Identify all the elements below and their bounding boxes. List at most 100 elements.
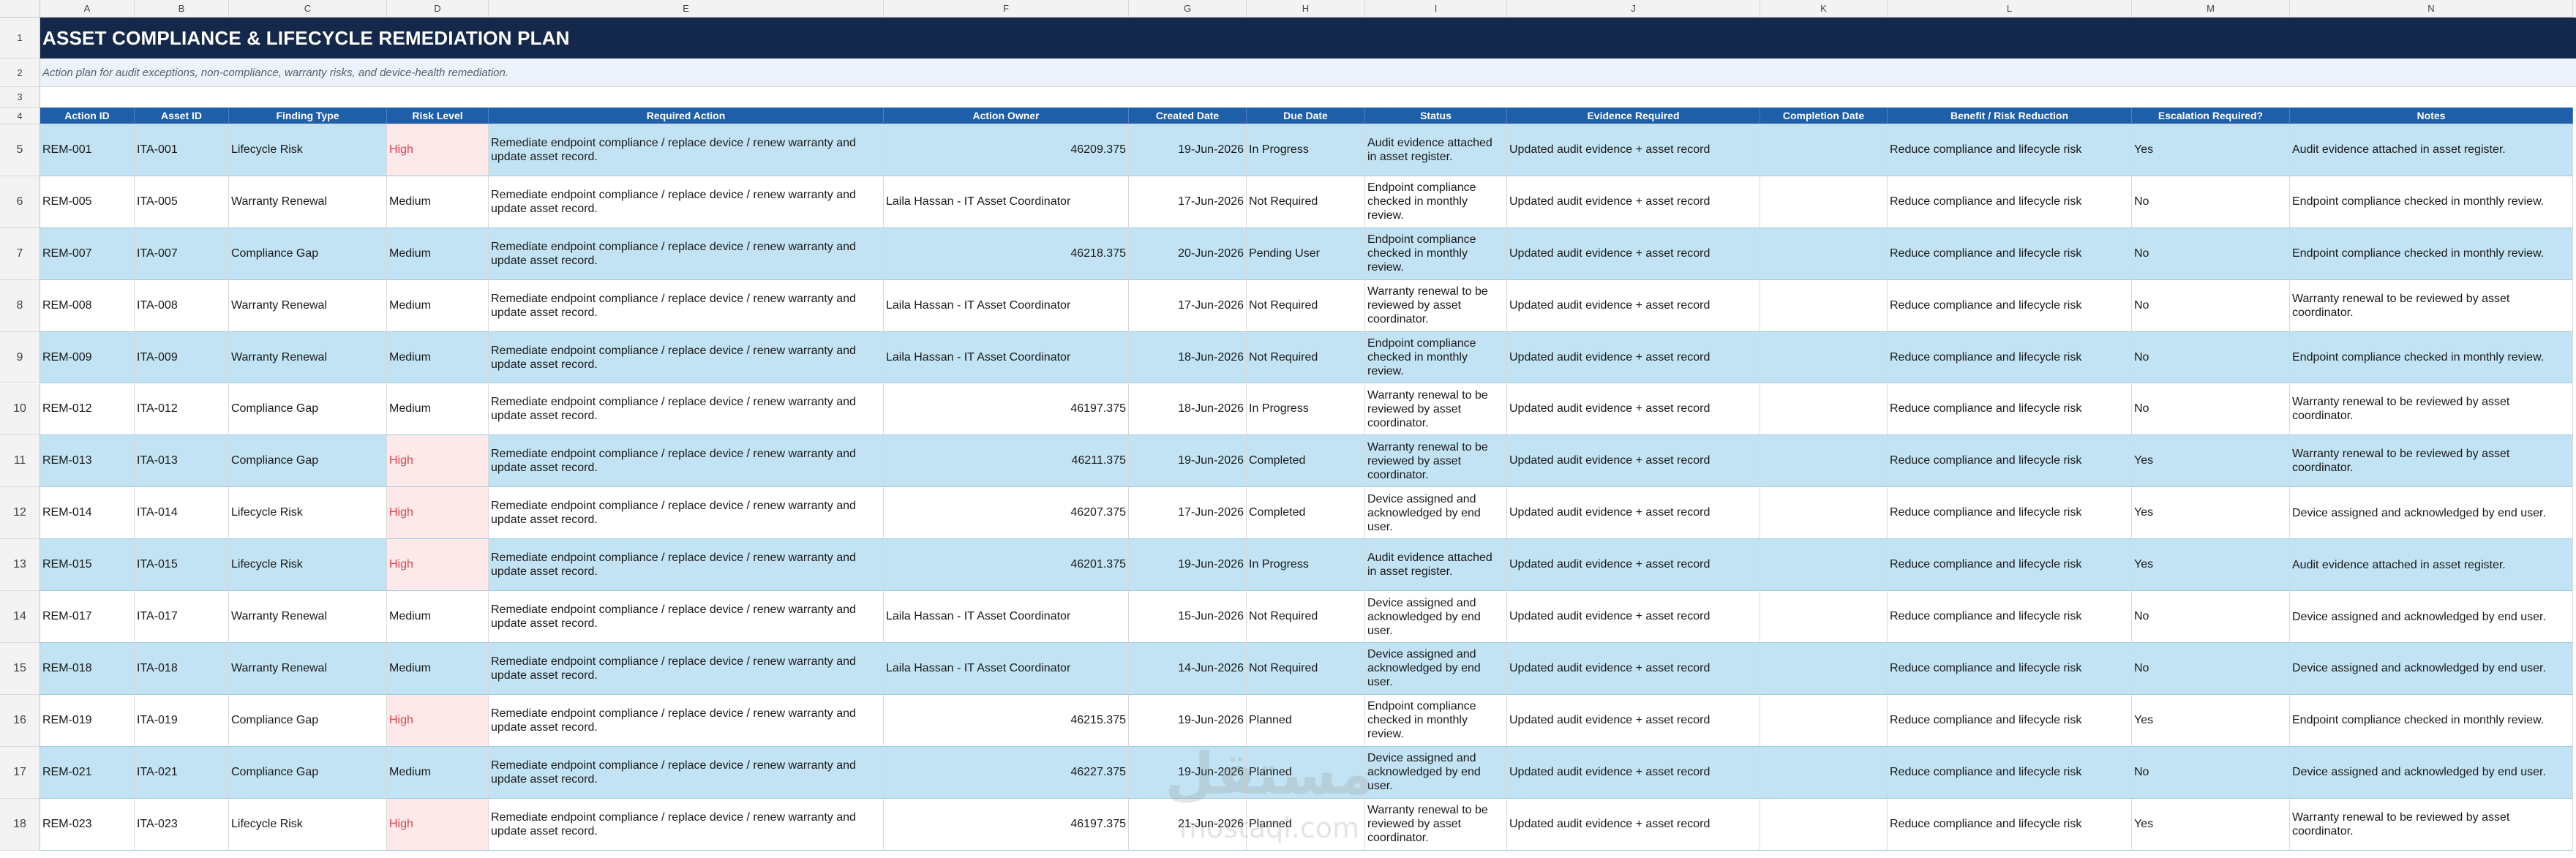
cell-escalation-required[interactable]: No [2132, 279, 2290, 332]
cell-notes[interactable]: Device assigned and acknowledged by end … [2290, 746, 2573, 799]
cell-action-owner[interactable]: Laila Hassan - IT Asset Coordinator [884, 331, 1129, 384]
cell-asset-id[interactable]: ITA-008 [135, 279, 229, 332]
cell-finding-type[interactable]: Lifecycle Risk [229, 124, 387, 176]
cell-due-date[interactable]: In Progress [1247, 539, 1365, 592]
cell-asset-id[interactable]: ITA-009 [135, 331, 229, 384]
cell-evidence-required[interactable]: Updated audit evidence + asset record [1507, 176, 1760, 228]
cell-created-date[interactable]: 17-Jun-2026 [1129, 487, 1247, 540]
cell-completion-date[interactable] [1760, 487, 1888, 540]
cell-notes[interactable]: Endpoint compliance checked in monthly r… [2290, 694, 2573, 747]
cell-finding-type[interactable]: Warranty Renewal [229, 591, 387, 643]
sheet-title[interactable]: ASSET COMPLIANCE & LIFECYCLE REMEDIATION… [40, 18, 2576, 59]
cell-finding-type[interactable]: Compliance Gap [229, 383, 387, 436]
cell-finding-type[interactable]: Compliance Gap [229, 435, 387, 488]
row-number[interactable]: 1 [0, 18, 40, 59]
cell-completion-date[interactable] [1760, 383, 1888, 436]
cell-action-id[interactable]: REM-021 [40, 746, 135, 799]
cell-completion-date[interactable] [1760, 746, 1888, 799]
cell-risk-level[interactable]: High [387, 124, 489, 176]
cell-risk-level[interactable]: Medium [387, 176, 489, 228]
column-letter-i[interactable]: I [1365, 0, 1507, 18]
cell-action-id[interactable]: REM-014 [40, 487, 135, 540]
column-letter-k[interactable]: K [1760, 0, 1888, 18]
cell-evidence-required[interactable]: Updated audit evidence + asset record [1507, 435, 1760, 488]
cell-risk-level[interactable]: Medium [387, 746, 489, 799]
cell-evidence-required[interactable]: Updated audit evidence + asset record [1507, 643, 1760, 695]
cell-asset-id[interactable]: ITA-015 [135, 539, 229, 592]
cell-benefit-risk-reduction[interactable]: Reduce compliance and lifecycle risk [1888, 746, 2132, 799]
column-letter-h[interactable]: H [1247, 0, 1365, 18]
cell-status[interactable]: Device assigned and acknowledged by end … [1365, 643, 1507, 695]
cell-finding-type[interactable]: Warranty Renewal [229, 643, 387, 695]
cell-required-action[interactable]: Remediate endpoint compliance / replace … [489, 694, 884, 747]
cell-escalation-required[interactable]: No [2132, 176, 2290, 228]
column-header[interactable]: Notes [2290, 108, 2573, 124]
cell-required-action[interactable]: Remediate endpoint compliance / replace … [489, 279, 884, 332]
cell-asset-id[interactable]: ITA-019 [135, 694, 229, 747]
cell-asset-id[interactable]: ITA-017 [135, 591, 229, 643]
cell-notes[interactable]: Audit evidence attached in asset registe… [2290, 124, 2573, 176]
column-letter-m[interactable]: M [2132, 0, 2290, 18]
cell-required-action[interactable]: Remediate endpoint compliance / replace … [489, 227, 884, 280]
cell-action-id[interactable]: REM-019 [40, 694, 135, 747]
cell-action-id[interactable]: REM-013 [40, 435, 135, 488]
cell-escalation-required[interactable]: No [2132, 643, 2290, 695]
cell-risk-level[interactable]: High [387, 539, 489, 592]
row-number[interactable]: 9 [0, 331, 40, 384]
cell-action-owner[interactable]: 46197.375 [884, 798, 1129, 851]
cell-created-date[interactable]: 19-Jun-2026 [1129, 539, 1247, 592]
row-number[interactable]: 6 [0, 176, 40, 228]
column-header[interactable]: Benefit / Risk Reduction [1888, 108, 2132, 124]
cell-created-date[interactable]: 17-Jun-2026 [1129, 176, 1247, 228]
cell-action-owner[interactable]: 46207.375 [884, 487, 1129, 540]
cell-asset-id[interactable]: ITA-023 [135, 798, 229, 851]
cell-status[interactable]: Warranty renewal to be reviewed by asset… [1365, 798, 1507, 851]
cell-benefit-risk-reduction[interactable]: Reduce compliance and lifecycle risk [1888, 227, 2132, 280]
cell-benefit-risk-reduction[interactable]: Reduce compliance and lifecycle risk [1888, 643, 2132, 695]
column-letter-g[interactable]: G [1129, 0, 1247, 18]
cell-asset-id[interactable]: ITA-014 [135, 487, 229, 540]
cell-action-id[interactable]: REM-007 [40, 227, 135, 280]
cell-required-action[interactable]: Remediate endpoint compliance / replace … [489, 176, 884, 228]
cell-evidence-required[interactable]: Updated audit evidence + asset record [1507, 227, 1760, 280]
row-number[interactable]: 2 [0, 59, 40, 87]
column-letter-l[interactable]: L [1888, 0, 2132, 18]
cell-asset-id[interactable]: ITA-005 [135, 176, 229, 228]
cell-required-action[interactable]: Remediate endpoint compliance / replace … [489, 539, 884, 592]
cell-benefit-risk-reduction[interactable]: Reduce compliance and lifecycle risk [1888, 694, 2132, 747]
cell-action-id[interactable]: REM-023 [40, 798, 135, 851]
cell-due-date[interactable]: Not Required [1247, 279, 1365, 332]
cell-notes[interactable]: Endpoint compliance checked in monthly r… [2290, 176, 2573, 228]
column-letter-f[interactable]: F [884, 0, 1129, 18]
cell-escalation-required[interactable]: No [2132, 331, 2290, 384]
cell-required-action[interactable]: Remediate endpoint compliance / replace … [489, 746, 884, 799]
column-header[interactable]: Risk Level [387, 108, 489, 124]
cell-evidence-required[interactable]: Updated audit evidence + asset record [1507, 694, 1760, 747]
cell-status[interactable]: Device assigned and acknowledged by end … [1365, 487, 1507, 540]
column-header[interactable]: Completion Date [1760, 108, 1888, 124]
cell-action-owner[interactable]: 46197.375 [884, 383, 1129, 436]
cell-required-action[interactable]: Remediate endpoint compliance / replace … [489, 798, 884, 851]
column-header[interactable]: Required Action [489, 108, 884, 124]
cell-due-date[interactable]: Not Required [1247, 643, 1365, 695]
column-letter-e[interactable]: E [489, 0, 884, 18]
cell-escalation-required[interactable]: Yes [2132, 539, 2290, 592]
cell-created-date[interactable]: 19-Jun-2026 [1129, 694, 1247, 747]
select-all-corner[interactable] [0, 0, 40, 18]
cell-finding-type[interactable]: Lifecycle Risk [229, 539, 387, 592]
cell-status[interactable]: Warranty renewal to be reviewed by asset… [1365, 279, 1507, 332]
cell-notes[interactable]: Warranty renewal to be reviewed by asset… [2290, 279, 2573, 332]
column-header[interactable]: Action Owner [884, 108, 1129, 124]
cell-risk-level[interactable]: High [387, 487, 489, 540]
column-header[interactable]: Evidence Required [1507, 108, 1760, 124]
cell-finding-type[interactable]: Warranty Renewal [229, 331, 387, 384]
cell-created-date[interactable]: 19-Jun-2026 [1129, 435, 1247, 488]
cell-escalation-required[interactable]: Yes [2132, 694, 2290, 747]
cell-action-owner[interactable]: Laila Hassan - IT Asset Coordinator [884, 279, 1129, 332]
cell-evidence-required[interactable]: Updated audit evidence + asset record [1507, 746, 1760, 799]
cell-finding-type[interactable]: Warranty Renewal [229, 279, 387, 332]
cell-due-date[interactable]: Not Required [1247, 591, 1365, 643]
cell-notes[interactable]: Device assigned and acknowledged by end … [2290, 643, 2573, 695]
cell-required-action[interactable]: Remediate endpoint compliance / replace … [489, 124, 884, 176]
row-number[interactable]: 3 [0, 87, 40, 108]
